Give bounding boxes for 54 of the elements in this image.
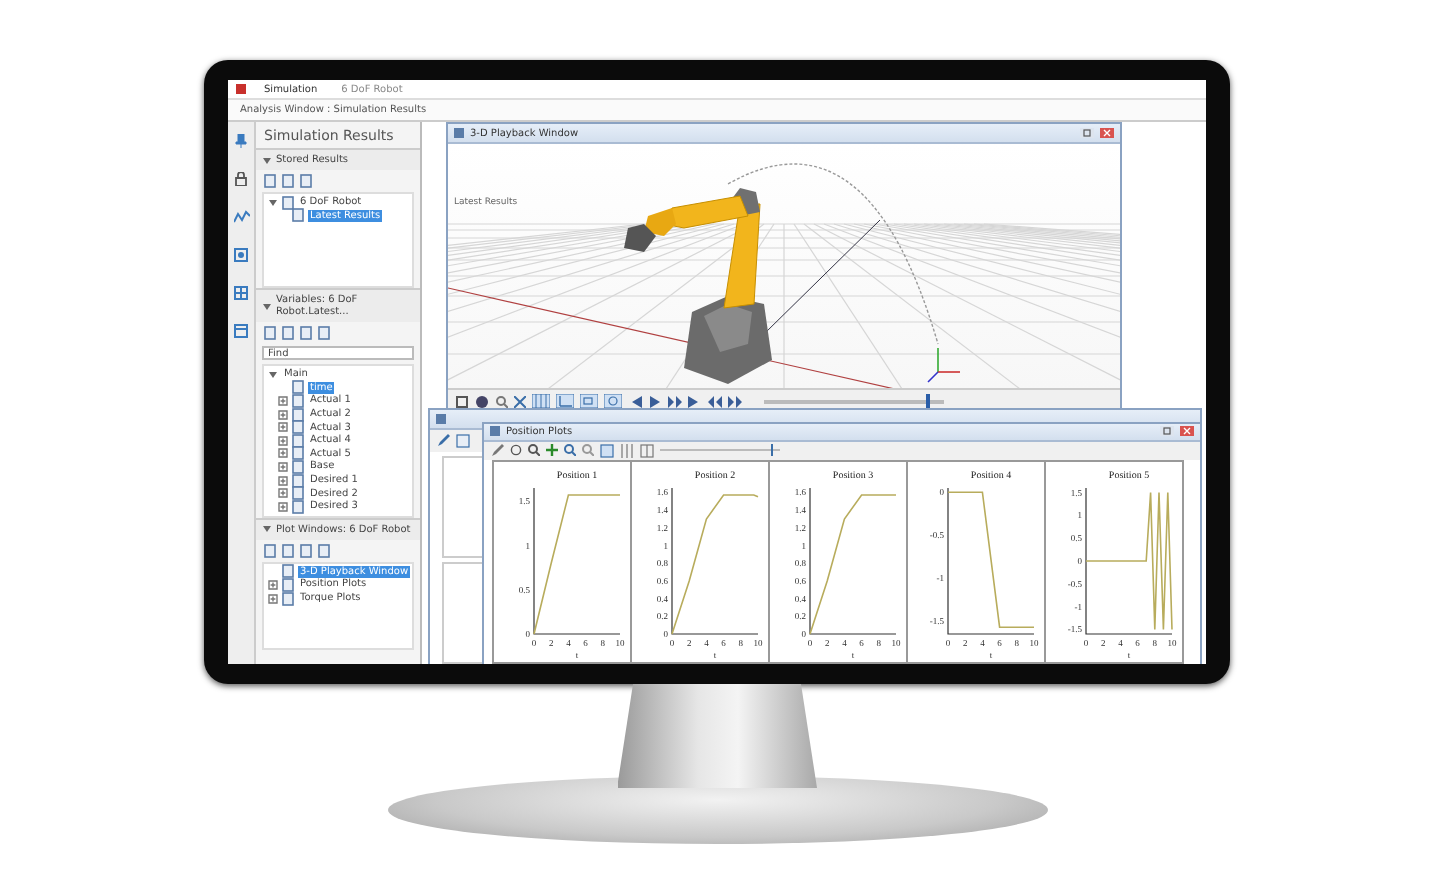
expander-icon[interactable] xyxy=(278,488,288,499)
pencil-icon[interactable] xyxy=(438,434,450,447)
graph-icon[interactable] xyxy=(233,210,249,224)
camera-icon[interactable] xyxy=(474,395,490,407)
restore-icon[interactable] xyxy=(1160,426,1174,437)
frame-icon[interactable] xyxy=(600,443,614,458)
range-slider-icon[interactable] xyxy=(660,444,780,457)
expander-icon[interactable] xyxy=(268,593,278,604)
table-icon[interactable] xyxy=(234,324,248,338)
zoom-in-icon[interactable] xyxy=(564,444,576,457)
expander-icon[interactable] xyxy=(278,409,288,420)
expander-icon[interactable] xyxy=(278,501,288,512)
zoom-icon[interactable] xyxy=(496,395,508,407)
fit-icon[interactable] xyxy=(514,395,526,407)
zoom-icon[interactable] xyxy=(528,444,540,457)
box-icon[interactable] xyxy=(580,394,598,408)
grid-icon[interactable] xyxy=(532,394,550,408)
expander-icon[interactable] xyxy=(268,579,278,590)
view-icon[interactable] xyxy=(604,394,622,408)
expander-icon[interactable] xyxy=(278,422,288,433)
window-icon xyxy=(490,426,500,437)
expander-icon[interactable] xyxy=(278,395,288,406)
expander-icon[interactable] xyxy=(278,461,288,472)
expander-icon[interactable] xyxy=(262,301,272,311)
expander-icon[interactable] xyxy=(262,155,272,165)
skip-forward-icon[interactable] xyxy=(688,395,702,407)
target-icon[interactable] xyxy=(234,248,248,262)
expander-icon[interactable] xyxy=(278,435,288,446)
app-logo-icon xyxy=(236,84,246,94)
save-icon[interactable] xyxy=(456,395,468,407)
axes-icon[interactable] xyxy=(556,394,574,408)
restore-icon[interactable] xyxy=(1080,128,1094,138)
skip-back-icon[interactable] xyxy=(628,395,642,407)
expander-icon[interactable] xyxy=(268,369,278,380)
pencil-icon[interactable] xyxy=(492,444,504,457)
layout-icon[interactable] xyxy=(640,443,654,458)
zoom-out-icon[interactable] xyxy=(582,444,594,457)
lock-icon[interactable] xyxy=(234,172,248,186)
timeline-slider[interactable] xyxy=(764,399,944,403)
columns-icon[interactable] xyxy=(620,443,634,458)
chart-icon[interactable] xyxy=(456,433,470,448)
window-icon xyxy=(454,128,464,138)
close-icon[interactable] xyxy=(1180,426,1194,437)
window-icon xyxy=(436,413,446,424)
crosshair-icon[interactable] xyxy=(510,444,522,457)
close-icon[interactable] xyxy=(1100,128,1114,138)
pan-icon[interactable] xyxy=(546,444,558,457)
pin-icon[interactable] xyxy=(234,134,248,148)
grid-icon[interactable] xyxy=(234,286,248,300)
expander-icon[interactable] xyxy=(278,475,288,486)
expander-icon[interactable] xyxy=(268,197,278,208)
expander-icon[interactable] xyxy=(262,524,272,535)
expander-icon[interactable] xyxy=(278,448,288,459)
step-icon[interactable] xyxy=(668,395,682,407)
